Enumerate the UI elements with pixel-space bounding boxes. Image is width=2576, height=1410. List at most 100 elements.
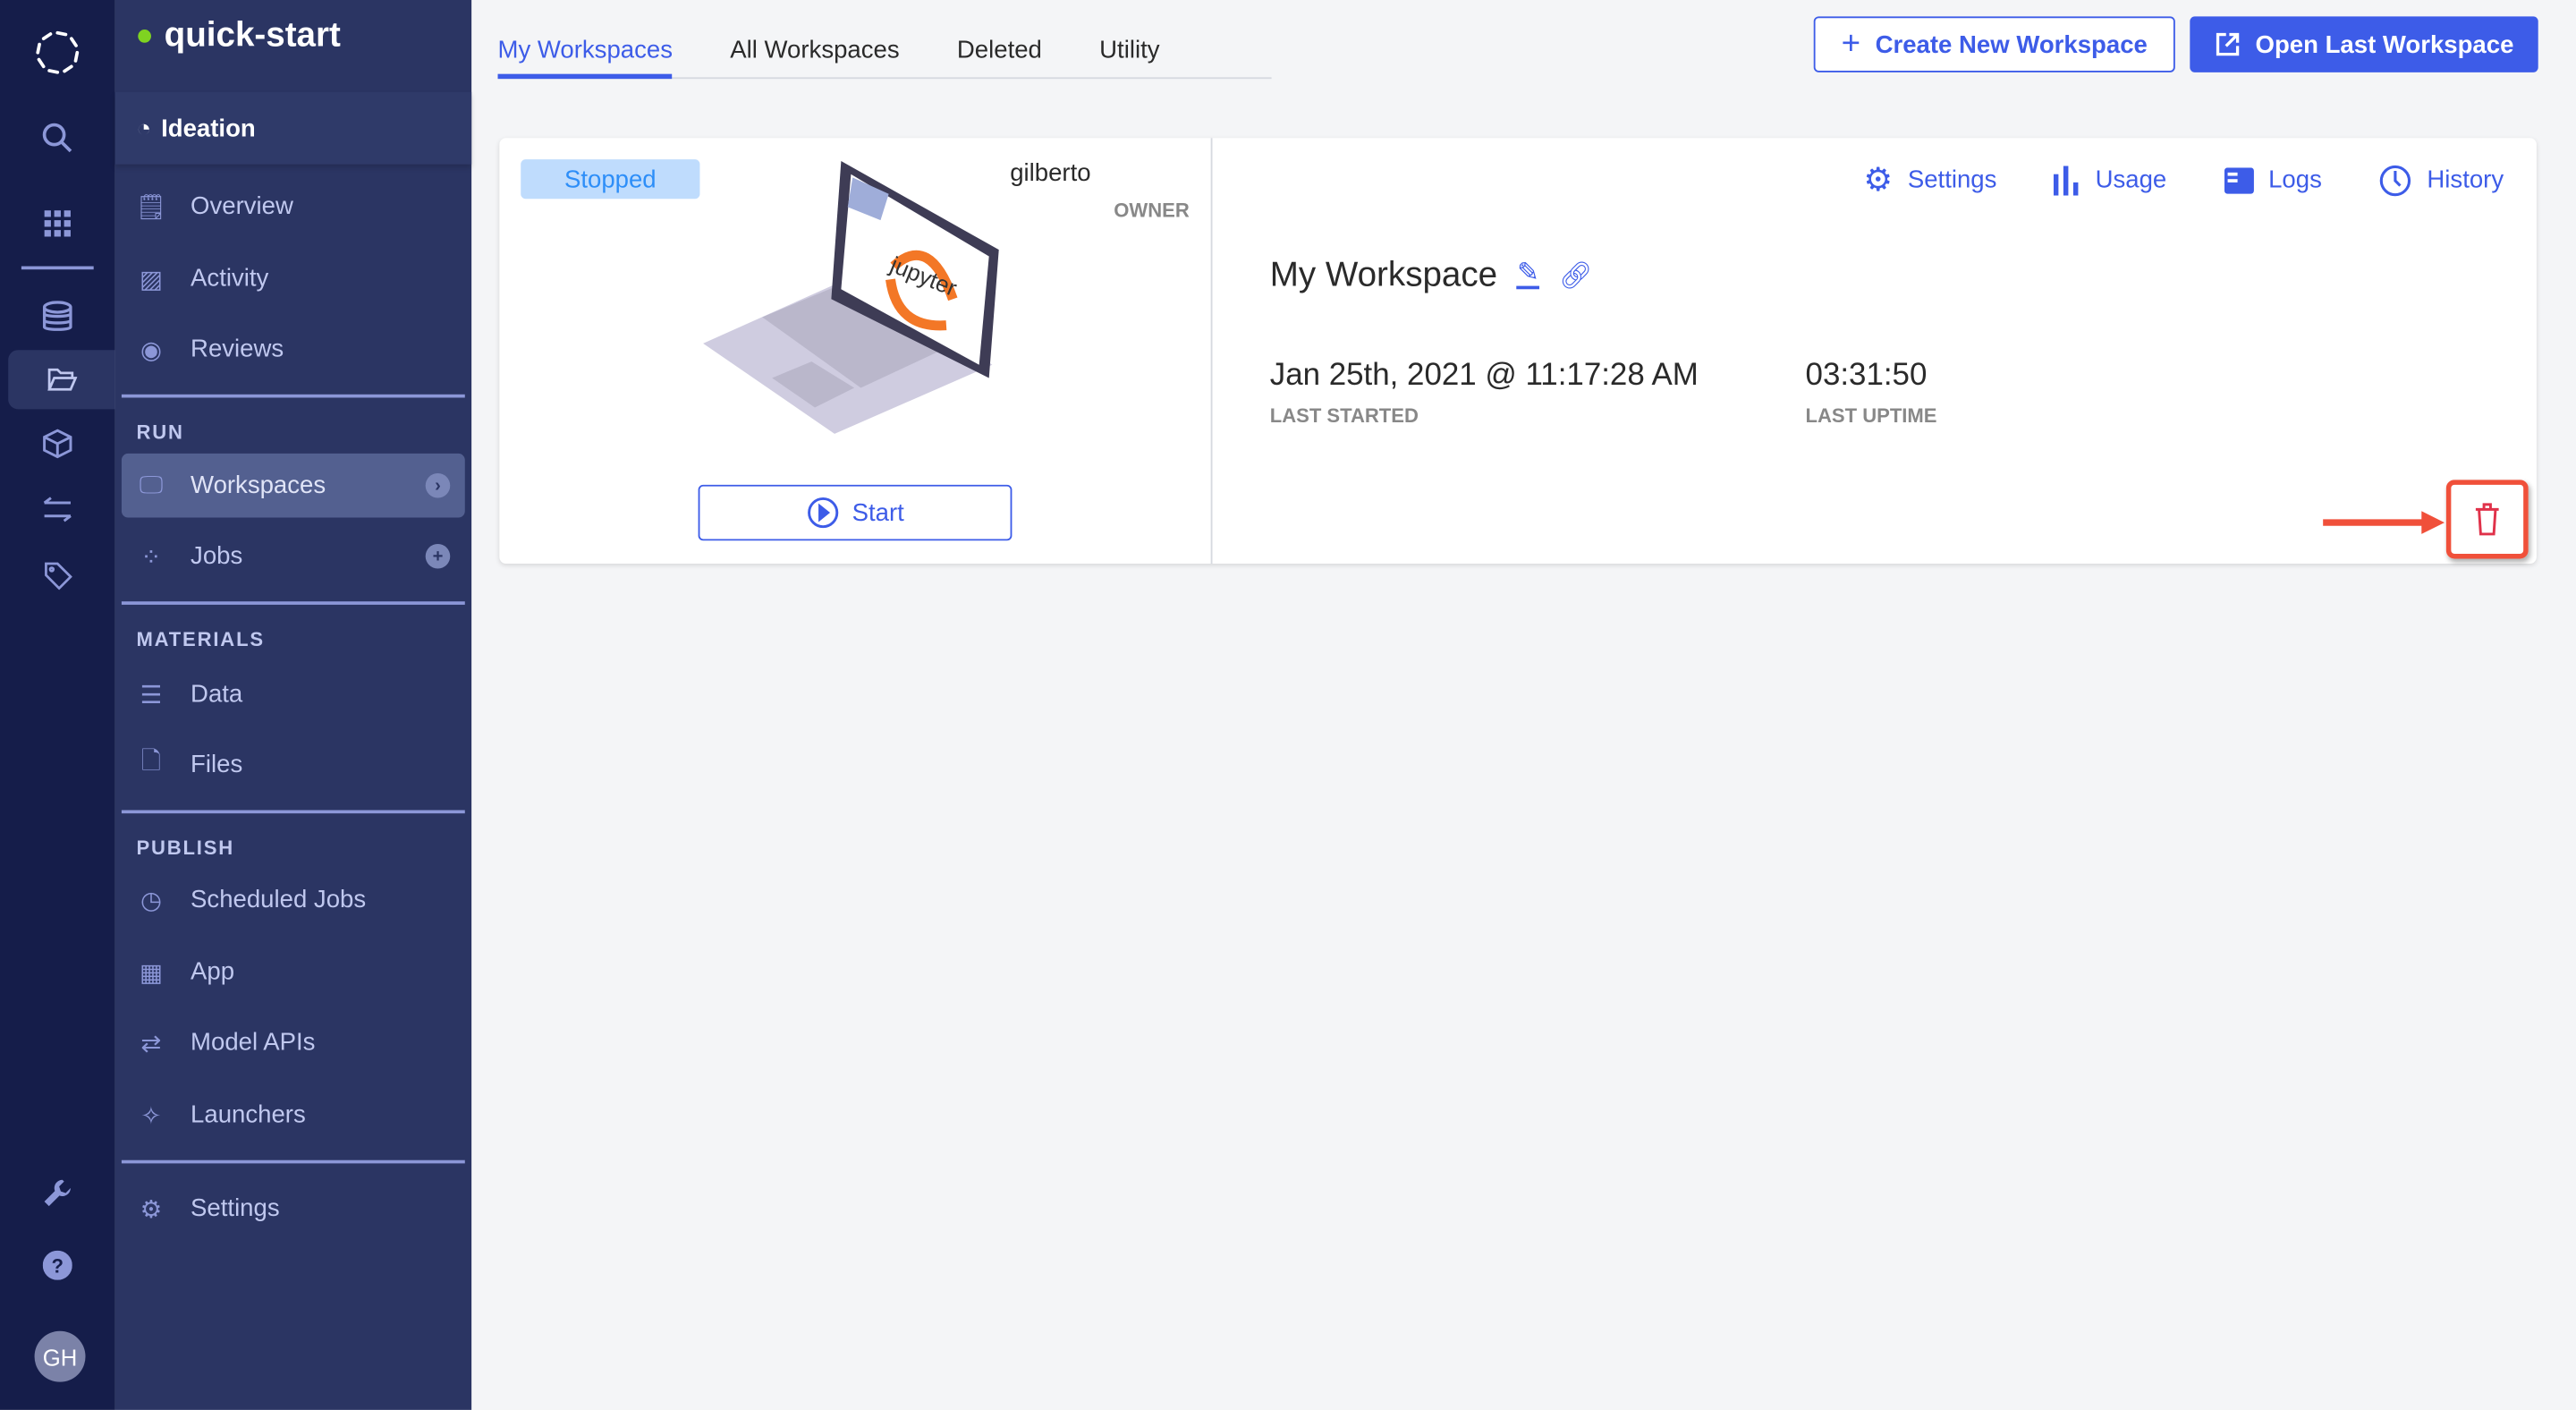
- sidebar-item-app[interactable]: ▦ App: [122, 940, 465, 1005]
- activity-icon: ▨: [139, 265, 164, 293]
- sidebar-item-overview[interactable]: 🗒 Overview: [122, 174, 465, 239]
- tab-utility[interactable]: Utility: [1099, 0, 1159, 79]
- external-link-icon: [2216, 32, 2239, 56]
- label: Logs: [2268, 166, 2322, 194]
- last-started-value: Jan 25th, 2021 @ 11:17:28 AM: [1269, 358, 1699, 393]
- database-icon: ☰: [140, 681, 163, 709]
- logo-icon[interactable]: [0, 23, 115, 82]
- wrench-icon[interactable]: [0, 1163, 115, 1222]
- label: Create New Workspace: [1875, 30, 2148, 59]
- open-last-workspace-button[interactable]: Open Last Workspace: [2190, 16, 2538, 72]
- logs-icon: [2224, 166, 2254, 193]
- label: Data: [191, 680, 243, 709]
- status-dot: [138, 30, 151, 43]
- laptop-jupyter-illustration: jupyter: [703, 160, 999, 434]
- transfer-icon[interactable]: [0, 480, 115, 539]
- tab-all-workspaces[interactable]: All Workspaces: [730, 0, 899, 79]
- workspace-tabs: My Workspaces All Workspaces Deleted Uti…: [497, 0, 1272, 80]
- divider: [121, 810, 465, 814]
- play-circle-icon: [807, 497, 838, 529]
- transfer-icon: ⇄: [140, 1029, 162, 1058]
- stage-label: Ideation: [161, 114, 256, 142]
- sidebar-item-files[interactable]: 🗋 Files: [122, 733, 465, 797]
- cube-icon[interactable]: [0, 414, 115, 473]
- clock-icon: ◷: [140, 886, 163, 915]
- file-icon: 🗋: [140, 747, 162, 776]
- stage-ideation[interactable]: ◔ Ideation: [114, 91, 472, 165]
- label: Launchers: [191, 1100, 306, 1129]
- project-name: quick-start: [164, 16, 341, 55]
- rail-divider: [21, 266, 94, 270]
- owner-label: OWNER: [1114, 199, 1190, 222]
- status-badge: Stopped: [521, 159, 700, 200]
- bar-chart-icon: [2054, 165, 2080, 195]
- plus-icon: +: [1841, 25, 1861, 62]
- launcher-icon: ✧: [140, 1101, 162, 1130]
- last-started-label: LAST STARTED: [1269, 403, 1419, 428]
- label: Start: [852, 498, 904, 527]
- label: Scheduled Jobs: [191, 885, 367, 914]
- stage-icon: ◔: [136, 114, 152, 142]
- clock-icon: [2380, 164, 2411, 196]
- sidebar-item-data[interactable]: ☰ Data: [122, 662, 465, 726]
- sidebar-item-model-apis[interactable]: ⇄ Model APIs: [122, 1011, 465, 1075]
- sidebar-item-settings[interactable]: ⚙ Settings: [122, 1176, 465, 1241]
- label: Settings: [191, 1194, 280, 1223]
- workspace-card: Stopped gilberto OWNER jupyter Start ⚙ Se…: [499, 138, 2537, 564]
- section-materials: MATERIALS: [136, 627, 265, 651]
- project-title[interactable]: quick-start: [138, 16, 341, 55]
- add-job-icon[interactable]: +: [425, 543, 451, 569]
- label: Overview: [191, 191, 293, 221]
- divider: [121, 394, 465, 398]
- label: Model APIs: [191, 1028, 316, 1057]
- workspace-summary: Stopped gilberto OWNER jupyter Start: [499, 138, 1213, 564]
- project-sidebar: quick-start ◔ Ideation 🗒 Overview ▨ Activit…: [114, 0, 472, 1410]
- history-link[interactable]: History: [2379, 159, 2504, 200]
- monitor-icon: 🖵: [139, 471, 164, 500]
- delete-workspace-button[interactable]: [2445, 480, 2529, 559]
- section-run: RUN: [136, 420, 184, 444]
- label: App: [191, 957, 235, 987]
- label: Workspaces: [191, 471, 326, 500]
- jobs-icon: ⁘: [140, 543, 162, 572]
- tab-my-workspaces[interactable]: My Workspaces: [497, 0, 673, 80]
- overview-icon: 🗒: [135, 192, 167, 222]
- eye-icon: ◉: [140, 336, 163, 364]
- create-workspace-button[interactable]: + Create New Workspace: [1813, 16, 2175, 72]
- usage-link[interactable]: Usage: [2054, 159, 2167, 200]
- help-icon[interactable]: ?: [0, 1236, 115, 1295]
- annotation-arrow-icon: [2323, 511, 2445, 534]
- tab-deleted[interactable]: Deleted: [957, 0, 1042, 79]
- sidebar-item-jobs[interactable]: ⁘ Jobs +: [122, 524, 465, 589]
- logs-link[interactable]: Logs: [2224, 159, 2322, 200]
- settings-link[interactable]: ⚙ Settings: [1863, 159, 1996, 200]
- apps-grid-icon[interactable]: [0, 194, 115, 253]
- svg-text:?: ?: [52, 1255, 64, 1278]
- edit-icon[interactable]: ✎: [1517, 260, 1539, 290]
- trash-icon: [2475, 503, 2499, 536]
- section-publish: PUBLISH: [136, 836, 235, 860]
- sidebar-item-activity[interactable]: ▨ Activity: [122, 247, 465, 311]
- icon-rail: ? GH: [0, 0, 115, 1410]
- label: Settings: [1907, 166, 1997, 194]
- sidebar-item-workspaces[interactable]: 🖵 Workspaces ›: [121, 453, 465, 518]
- label: Files: [191, 751, 243, 779]
- search-icon[interactable]: [0, 108, 115, 167]
- sidebar-item-scheduled-jobs[interactable]: ◷ Scheduled Jobs: [122, 868, 465, 932]
- folder-open-icon[interactable]: [8, 350, 115, 410]
- sidebar-item-launchers[interactable]: ✧ Launchers: [122, 1083, 465, 1147]
- workspace-name: My Workspace: [1269, 256, 1498, 294]
- label: History: [2427, 166, 2504, 194]
- label: Jobs: [191, 542, 243, 571]
- chevron-right-icon[interactable]: ›: [425, 472, 451, 498]
- app-icon: ▦: [139, 958, 164, 987]
- avatar[interactable]: GH: [34, 1330, 86, 1382]
- database-icon[interactable]: [0, 287, 115, 346]
- sidebar-item-reviews[interactable]: ◉ Reviews: [122, 317, 465, 381]
- link-icon[interactable]: 🔗︎: [1559, 259, 1592, 293]
- tag-icon[interactable]: [0, 546, 115, 605]
- workspace-title: My Workspace ✎ 🔗︎: [1270, 257, 1592, 296]
- label: Open Last Workspace: [2255, 30, 2514, 59]
- start-button[interactable]: Start: [698, 484, 1013, 541]
- label: Usage: [2095, 166, 2167, 194]
